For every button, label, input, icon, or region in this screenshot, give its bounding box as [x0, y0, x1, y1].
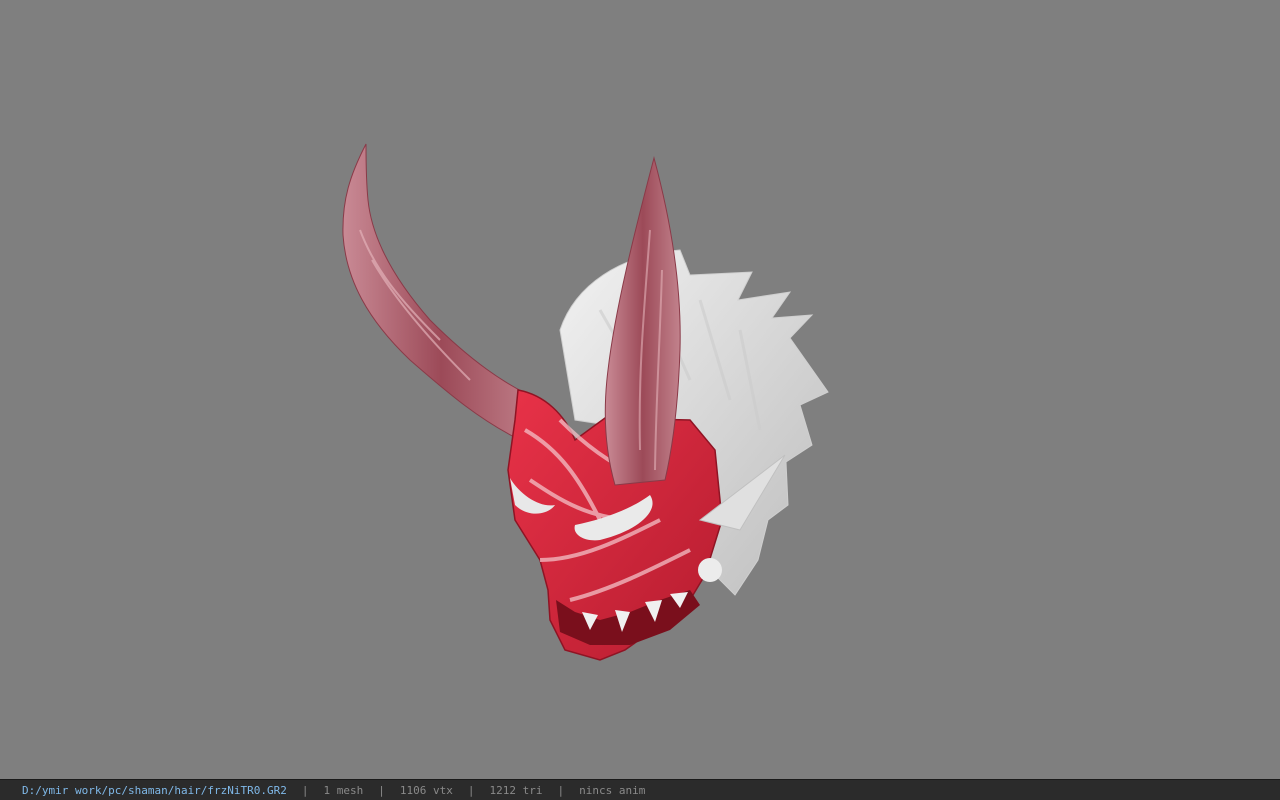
- animation-status: nincs anim: [579, 783, 646, 797]
- separator: |: [378, 783, 385, 797]
- oni-mask-model-icon: [342, 143, 829, 661]
- vertex-count: 1106 vtx: [399, 783, 453, 797]
- 3d-viewport[interactable]: [0, 0, 1280, 779]
- separator: |: [301, 783, 309, 797]
- triangle-count: 1212 tri: [489, 783, 543, 797]
- separator: |: [557, 783, 565, 797]
- status-bar: D:/ymir work/pc/shaman/hair/frzNiTR0.GR2…: [0, 779, 1280, 800]
- file-path: D:/ymir work/pc/shaman/hair/frzNiTR0.GR2: [22, 783, 287, 797]
- left-horn: [342, 143, 541, 441]
- mesh-count: 1 mesh: [323, 783, 364, 797]
- right-horn: [604, 156, 681, 486]
- separator: |: [467, 783, 475, 797]
